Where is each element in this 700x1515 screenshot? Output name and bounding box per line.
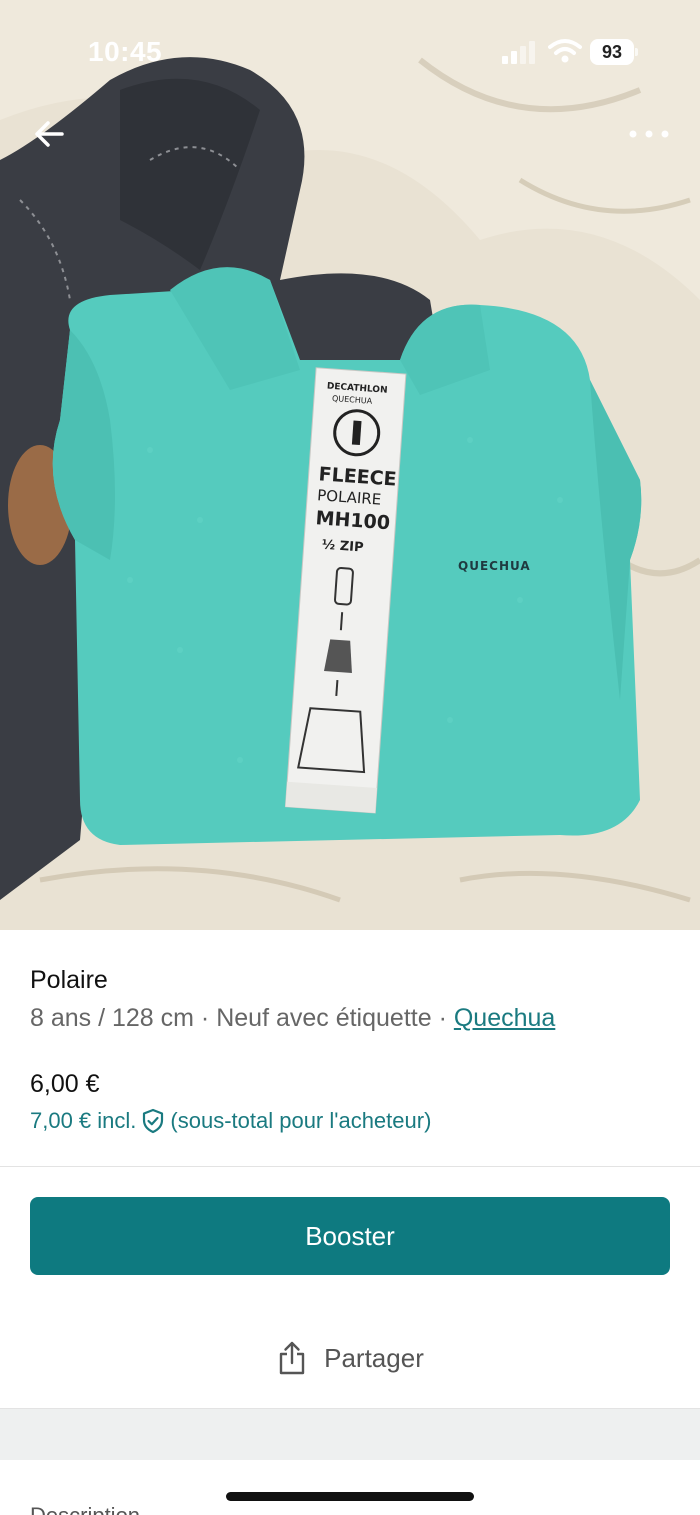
more-options-icon[interactable] xyxy=(624,112,674,156)
section-separator xyxy=(0,1408,700,1460)
item-condition: Neuf avec étiquette xyxy=(216,1004,432,1032)
battery-icon: 93 xyxy=(590,39,638,65)
cellular-signal-icon xyxy=(502,41,535,64)
divider xyxy=(0,1166,700,1167)
item-details: Polaire 8 ans / 128 cm · Neuf avec étiqu… xyxy=(0,930,700,1515)
home-indicator[interactable] xyxy=(226,1492,474,1501)
wifi-icon xyxy=(548,39,582,63)
item-price: 6,00 € xyxy=(30,1070,100,1098)
battery-tip xyxy=(635,48,638,56)
status-time: 10:45 xyxy=(88,36,163,67)
meta-separator: · xyxy=(431,1004,454,1032)
item-size: 8 ans / 128 cm xyxy=(30,1004,194,1032)
price-incl-amount: 7,00 € incl. xyxy=(30,1108,137,1133)
item-meta: 8 ans / 128 cm · Neuf avec étiquette · Q… xyxy=(30,1004,555,1033)
boost-button[interactable]: Booster xyxy=(30,1197,670,1275)
share-icon xyxy=(279,1341,305,1375)
item-title: Polaire xyxy=(30,966,108,994)
share-button[interactable]: Partager xyxy=(0,1320,700,1396)
buyer-protection-price[interactable]: 7,00 € incl. (sous-total pour l'acheteur… xyxy=(30,1108,431,1134)
share-label: Partager xyxy=(324,1342,424,1373)
status-bar: 10:45 93 xyxy=(0,0,700,100)
product-photo-illustration: QUECHUA DECATHLON QUECHUA FLEECE POLAIRE… xyxy=(0,0,700,930)
meta-separator: · xyxy=(193,1004,217,1032)
item-brand-link[interactable]: Quechua xyxy=(454,1004,555,1032)
back-arrow-icon[interactable] xyxy=(28,112,72,156)
price-incl-note: (sous-total pour l'acheteur) xyxy=(170,1108,432,1133)
svg-text:QUECHUA: QUECHUA xyxy=(458,559,531,573)
description-heading: Description xyxy=(30,1503,140,1515)
shield-check-icon xyxy=(143,1108,164,1134)
product-photo[interactable]: QUECHUA DECATHLON QUECHUA FLEECE POLAIRE… xyxy=(0,0,700,930)
battery-level: 93 xyxy=(590,39,634,65)
svg-text:½ ZIP: ½ ZIP xyxy=(321,538,364,556)
